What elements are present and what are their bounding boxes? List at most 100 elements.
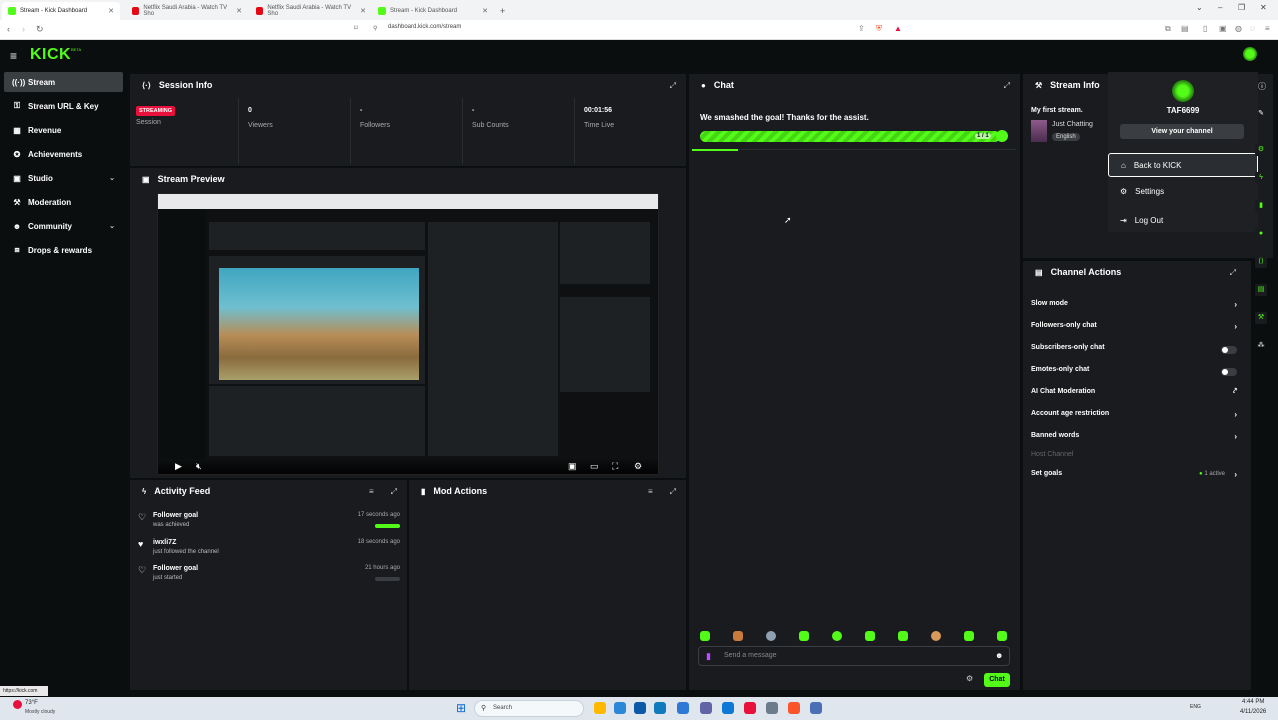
bookmark-icon[interactable]: ⌑ — [354, 24, 358, 32]
edge-icon[interactable] — [634, 702, 646, 714]
pip-icon[interactable]: ▣ — [568, 461, 577, 472]
filter-icon[interactable]: ≡ — [648, 487, 653, 496]
close-icon[interactable]: ✕ — [236, 7, 242, 15]
chat-send-button[interactable]: Chat — [984, 673, 1010, 687]
rail-stream-icon[interactable]: ϟ — [1255, 172, 1267, 184]
kick-logo[interactable]: KICK — [30, 46, 71, 64]
vpn-app-icon[interactable] — [810, 702, 822, 714]
user-avatar[interactable] — [1243, 47, 1257, 61]
rail-chat-icon[interactable]: ● — [1255, 228, 1267, 240]
action-banned-words[interactable]: Banned words › — [1031, 432, 1237, 446]
new-tab-button[interactable]: + — [494, 2, 511, 20]
sidebar-item-community[interactable]: ☻ Community ⌄ — [4, 216, 123, 236]
forward-icon[interactable]: › — [22, 24, 25, 34]
sidebar-item-achievements[interactable]: ✪ Achievements — [4, 144, 123, 164]
rail-layout-icon[interactable]: ▤ — [1255, 284, 1267, 296]
browser-tab[interactable]: Stream - Kick Dashboard ✕ — [372, 2, 494, 20]
fullscreen-icon[interactable]: ⛶ — [612, 461, 618, 472]
file-explorer-icon[interactable] — [594, 702, 606, 714]
brave-shield-icon[interactable]: ⛨ — [876, 24, 882, 34]
action-slow-mode[interactable]: Slow mode › — [1031, 300, 1237, 314]
close-icon[interactable]: ✕ — [482, 7, 488, 15]
action-followers-only[interactable]: Followers-only chat › — [1031, 322, 1237, 336]
taskbar-search[interactable]: ⚲ Search — [474, 700, 584, 717]
browser-tab[interactable]: Stream - Kick Dashboard ✕ — [2, 2, 120, 20]
emote-icon[interactable] — [964, 631, 974, 641]
extensions-icon[interactable]: ⧉ — [1165, 24, 1171, 34]
rail-settings-icon[interactable]: ⚙ — [1255, 144, 1267, 156]
minimize-icon[interactable]: – — [1218, 3, 1222, 12]
sidebar-item-studio[interactable]: ▣ Studio ⌄ — [4, 168, 123, 188]
edit-icon[interactable]: ✎ — [1255, 108, 1267, 120]
browser-tab[interactable]: Netflix Saudi Arabia - Watch TV Sho ✕ — [250, 2, 372, 20]
brave-icon[interactable] — [788, 702, 800, 714]
toggle-switch[interactable] — [1221, 368, 1237, 376]
emote-icon[interactable] — [733, 631, 743, 641]
chat-settings-icon[interactable]: ⚙ — [966, 674, 973, 683]
sidebar-item-drops-rewards[interactable]: ⧈ Drops & rewards — [4, 240, 123, 260]
expand-icon[interactable]: ⤢ — [1230, 268, 1236, 278]
obs-icon[interactable] — [744, 702, 756, 714]
browser-tab[interactable]: Netflix Saudi Arabia - Watch TV Sho ✕ — [126, 2, 248, 20]
emote-icon[interactable] — [832, 631, 842, 641]
emote-icon[interactable] — [865, 631, 875, 641]
share-icon[interactable]: ⇪ — [858, 24, 865, 33]
mail-icon[interactable] — [722, 702, 734, 714]
menu-item-settings[interactable]: ⚙ Settings — [1108, 179, 1258, 203]
site-info-icon[interactable]: ⚲ — [373, 25, 377, 32]
hamburger-menu-icon[interactable]: ≡ — [10, 49, 17, 63]
settings-app-icon[interactable] — [766, 702, 778, 714]
stream-preview-video[interactable]: ▶ 🔇︎ ▣ ▭ ⛶ ⚙ — [157, 193, 659, 475]
tab-search-icon[interactable]: ⌄ — [1196, 3, 1203, 12]
play-icon[interactable]: ▶ — [175, 461, 182, 472]
reload-icon[interactable]: ↻ — [36, 24, 44, 35]
toggle-switch[interactable] — [1221, 346, 1237, 354]
filter-icon[interactable]: ≡ — [369, 487, 374, 496]
mute-icon[interactable]: 🔇︎ — [196, 461, 202, 472]
emote-icon[interactable] — [898, 631, 908, 641]
vpn-icon[interactable]: ◍ — [1235, 24, 1242, 33]
sidebar-item-moderation[interactable]: ⚒ Moderation — [4, 192, 123, 212]
store-icon[interactable] — [677, 702, 689, 714]
microphone-icon[interactable]: ▮ — [706, 651, 711, 662]
settings-icon[interactable]: ⚙ — [634, 461, 642, 472]
rewards-icon[interactable]: ▲ — [894, 24, 902, 33]
menu-icon[interactable]: ≡ — [1265, 24, 1270, 33]
rail-panel-icon[interactable]: ▮ — [1255, 200, 1267, 212]
rail-wrench-icon[interactable]: ⚒ — [1255, 312, 1267, 324]
wallet-icon[interactable]: ▣ — [1219, 24, 1227, 33]
reader-icon[interactable]: ▤ — [1181, 24, 1189, 33]
close-window-icon[interactable]: ✕ — [1260, 3, 1267, 12]
theater-icon[interactable]: ▭ — [590, 461, 599, 472]
teams-icon[interactable] — [700, 702, 712, 714]
emote-icon[interactable] — [799, 631, 809, 641]
expand-icon[interactable]: ⤢ — [670, 487, 676, 497]
windows-start-icon[interactable]: ⊞ — [456, 701, 466, 715]
emote-icon[interactable] — [997, 631, 1007, 641]
maximize-icon[interactable]: ❐ — [1238, 3, 1245, 12]
sidebar-item-revenue[interactable]: ▦ Revenue — [4, 120, 123, 140]
rail-community-icon[interactable]: ⁂ — [1255, 340, 1267, 352]
action-set-goals[interactable]: Set goals ● 1 active › — [1031, 470, 1237, 484]
sidebar-toggle-icon[interactable]: ▯ — [1203, 24, 1207, 33]
expand-icon[interactable]: ⤢ — [670, 81, 676, 91]
edge-browser-icon[interactable] — [654, 702, 666, 714]
expand-icon[interactable]: ⤢ — [391, 487, 397, 497]
expand-icon[interactable]: ⤢ — [1004, 81, 1010, 91]
close-icon[interactable]: ✕ — [360, 7, 366, 15]
emote-icon[interactable] — [700, 631, 710, 641]
back-icon[interactable]: ‹ — [7, 24, 10, 34]
menu-item-back-to-kick[interactable]: ⌂ Back to KICK — [1108, 153, 1258, 177]
clock-time[interactable]: 4:44 PM — [1242, 699, 1264, 705]
info-icon[interactable]: ⓘ — [1258, 81, 1266, 92]
rail-session-icon[interactable]: ⟨⟩ — [1255, 256, 1267, 268]
weather-temp[interactable]: 73°F — [25, 700, 38, 706]
url-field[interactable]: dashboard.kick.com/stream — [388, 24, 461, 30]
emoji-icon[interactable]: ☻ — [995, 651, 1003, 660]
profile-icon[interactable]: ◌ — [1250, 24, 1255, 33]
close-icon[interactable]: ✕ — [108, 7, 114, 15]
copilot-icon[interactable] — [614, 702, 626, 714]
action-ai-moderation[interactable]: AI Chat Moderation ⤤ — [1031, 388, 1237, 402]
emote-icon[interactable] — [766, 631, 776, 641]
view-channel-button[interactable]: View your channel — [1120, 124, 1244, 139]
